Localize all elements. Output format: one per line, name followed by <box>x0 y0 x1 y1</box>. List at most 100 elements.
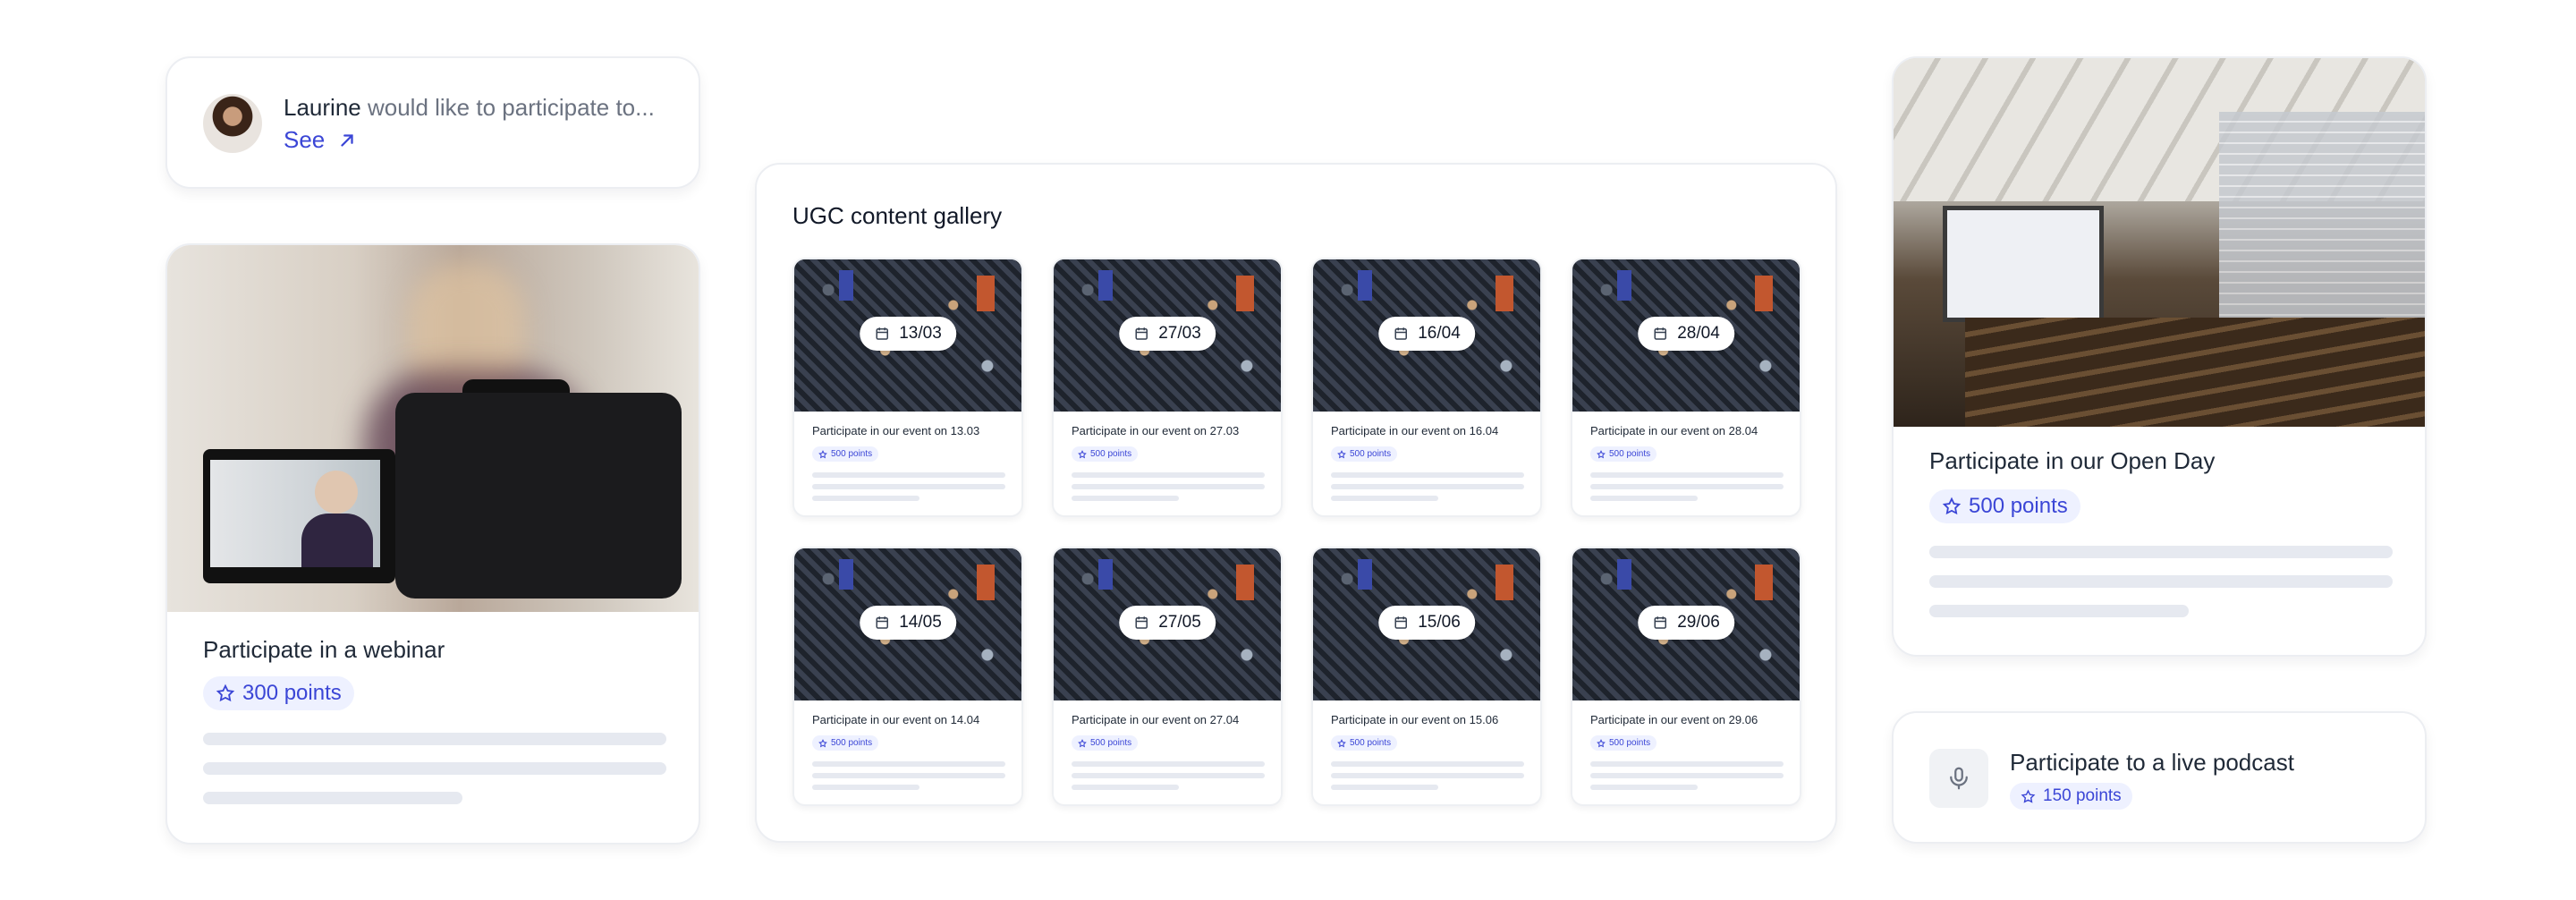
date-pill: 13/03 <box>860 317 956 351</box>
gallery-item-text: Participate in our event on 27.03 <box>1072 424 1240 437</box>
gallery-points-badge: 500 points <box>1072 735 1139 751</box>
gallery-points: 500 points <box>1090 449 1132 459</box>
gallery-points-badge: 500 points <box>812 735 879 751</box>
open-day-points-badge: 500 points <box>1929 489 2080 523</box>
date-label: 15/06 <box>1418 613 1461 632</box>
date-label: 16/04 <box>1418 324 1461 343</box>
podcast-points: 150 points <box>2043 786 2122 805</box>
skeleton-line <box>1590 484 1784 489</box>
skeleton-line <box>1072 496 1179 501</box>
notification-user: Laurine <box>284 94 361 121</box>
ugc-gallery-card: UGC content gallery 13/03 Participate in … <box>755 163 1837 843</box>
star-icon <box>1078 738 1087 747</box>
skeleton-line <box>812 773 1005 778</box>
star-icon <box>1942 497 1962 515</box>
star-icon <box>818 449 827 458</box>
skeleton-line <box>812 484 1005 489</box>
date-pill: 28/04 <box>1638 317 1734 351</box>
webinar-photo <box>167 245 699 612</box>
star-icon <box>1597 449 1606 458</box>
gallery-item-text: Participate in our event on 28.04 <box>1590 424 1758 437</box>
gallery-item-text: Participate in our event on 14.04 <box>812 713 980 726</box>
date-pill: 27/05 <box>1119 606 1216 640</box>
gallery-points: 500 points <box>1609 738 1651 748</box>
gallery-points-badge: 500 points <box>1590 735 1657 751</box>
star-icon <box>1337 738 1346 747</box>
calendar-icon <box>1654 616 1666 629</box>
webinar-card[interactable]: Participate in a webinar 300 points <box>165 243 700 845</box>
gallery-item[interactable]: 27/05 Participate in our event on 27.04 50… <box>1052 547 1283 806</box>
skeleton-line <box>812 785 919 790</box>
skeleton-line <box>203 762 666 775</box>
skeleton-line <box>1331 761 1524 767</box>
date-pill: 27/03 <box>1119 317 1216 351</box>
gallery-item[interactable]: 14/05 Participate in our event on 14.04 50… <box>792 547 1023 806</box>
gallery-points: 500 points <box>1350 449 1392 459</box>
skeleton-line <box>1929 605 2189 617</box>
skeleton-line <box>1590 472 1784 478</box>
webinar-points: 300 points <box>242 681 342 705</box>
microphone-icon-box <box>1929 749 1988 808</box>
gallery-item[interactable]: 13/03 Participate in our event on 13.03 50… <box>792 258 1023 517</box>
podcast-title: Participate to a live podcast <box>2010 749 2294 776</box>
gallery-item-text: Participate in our event on 29.06 <box>1590 713 1758 726</box>
skeleton-line <box>812 472 1005 478</box>
date-label: 29/06 <box>1677 613 1720 632</box>
skeleton-line <box>1331 785 1438 790</box>
calendar-icon <box>1654 327 1666 340</box>
gallery-points-badge: 500 points <box>1590 446 1657 462</box>
date-label: 27/05 <box>1158 613 1201 632</box>
gallery-item[interactable]: 15/06 Participate in our event on 15.06 50… <box>1311 547 1542 806</box>
open-day-title: Participate in our Open Day <box>1929 447 2216 474</box>
date-label: 13/03 <box>899 324 942 343</box>
calendar-icon <box>1135 616 1148 629</box>
skeleton-line <box>1331 496 1438 501</box>
calendar-icon <box>1135 327 1148 340</box>
gallery-item-text: Participate in our event on 13.03 <box>812 424 980 437</box>
date-pill: 14/05 <box>860 606 956 640</box>
skeleton-line <box>1929 546 2393 558</box>
open-day-card[interactable]: Participate in our Open Day 500 points <box>1892 56 2427 657</box>
skeleton-line <box>1331 484 1524 489</box>
date-pill: 29/06 <box>1638 606 1734 640</box>
notification-card: Laurine would like to participate to... … <box>165 56 700 189</box>
gallery-item[interactable]: 29/06 Participate in our event on 29.06 50… <box>1571 547 1801 806</box>
gallery-item[interactable]: 28/04 Participate in our event on 28.04 50… <box>1571 258 1801 517</box>
date-label: 28/04 <box>1677 324 1720 343</box>
date-pill: 15/06 <box>1378 606 1475 640</box>
skeleton-line <box>1929 575 2393 588</box>
webinar-points-badge: 300 points <box>203 676 354 710</box>
gallery-points-badge: 500 points <box>1331 446 1398 462</box>
see-link-label: See <box>284 126 326 153</box>
gallery-item-text: Participate in our event on 27.04 <box>1072 713 1240 726</box>
skeleton-line <box>1331 472 1524 478</box>
see-link[interactable]: See <box>284 126 357 154</box>
skeleton-line <box>203 733 666 745</box>
date-label: 14/05 <box>899 613 942 632</box>
calendar-icon <box>1394 616 1407 629</box>
gallery-points: 500 points <box>1350 738 1392 748</box>
gallery-item[interactable]: 27/03 Participate in our event on 27.03 50… <box>1052 258 1283 517</box>
podcast-points-badge: 150 points <box>2010 783 2132 810</box>
podcast-card[interactable]: Participate to a live podcast 150 points <box>1892 711 2427 844</box>
skeleton-line <box>1590 785 1698 790</box>
gallery-points: 500 points <box>831 449 873 459</box>
open-day-photo <box>1894 58 2425 427</box>
microphone-icon <box>1950 767 1968 790</box>
gallery-item-text: Participate in our event on 15.06 <box>1331 713 1499 726</box>
skeleton-line <box>1331 773 1524 778</box>
skeleton-line <box>812 761 1005 767</box>
skeleton-line <box>1072 785 1179 790</box>
star-icon <box>1078 449 1087 458</box>
gallery-points: 500 points <box>831 738 873 748</box>
skeleton-line <box>1072 484 1265 489</box>
skeleton-line <box>1072 773 1265 778</box>
star-icon <box>1337 449 1346 458</box>
star-icon <box>818 738 827 747</box>
gallery-item[interactable]: 16/04 Participate in our event on 16.04 50… <box>1311 258 1542 517</box>
gallery-points-badge: 500 points <box>1072 446 1139 462</box>
gallery-title: UGC content gallery <box>792 202 1003 229</box>
skeleton-line <box>1072 761 1265 767</box>
arrow-up-right-icon <box>341 133 353 147</box>
calendar-icon <box>876 327 888 340</box>
